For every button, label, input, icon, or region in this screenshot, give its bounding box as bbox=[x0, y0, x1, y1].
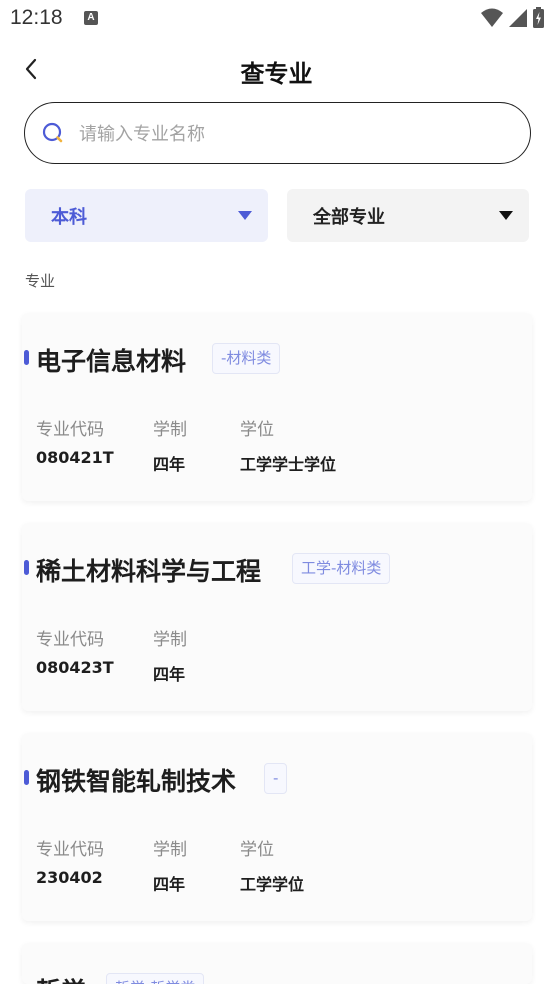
header: 查专业 bbox=[0, 42, 553, 98]
wifi-icon bbox=[481, 8, 503, 27]
major-filter-dropdown[interactable]: 全部专业 bbox=[287, 189, 529, 242]
search-input[interactable]: 请输入专业名称 bbox=[24, 102, 531, 164]
major-degree: 工学学位 bbox=[240, 875, 305, 894]
major-code: 230402 bbox=[36, 868, 103, 887]
battery-icon bbox=[533, 7, 544, 28]
level-filter-dropdown[interactable]: 本科 bbox=[25, 189, 268, 242]
major-card[interactable]: 稀土材料科学与工程 工学-材料类 专业代码 学制 080423T 四年 bbox=[22, 523, 532, 711]
major-name: 电子信息材料 bbox=[36, 347, 187, 376]
major-name: 哲学 bbox=[36, 972, 86, 984]
status-icons bbox=[480, 7, 545, 29]
major-card[interactable]: 钢铁智能轧制技术 - 专业代码 学制 学位 230402 四年 工学学位 bbox=[22, 733, 532, 921]
major-category-tag: 工学-材料类 bbox=[292, 553, 391, 584]
search-placeholder: 请输入专业名称 bbox=[79, 124, 205, 145]
dropdown-arrow-icon bbox=[238, 211, 252, 220]
page-title: 查专业 bbox=[240, 60, 313, 88]
major-degree: 工学学士学位 bbox=[240, 455, 337, 474]
accent-bar bbox=[24, 770, 29, 785]
major-card[interactable]: 电子信息材料 -材料类 专业代码 学制 学位 080421T 四年 工学学士学位 bbox=[22, 313, 532, 501]
major-name: 钢铁智能轧制技术 bbox=[36, 767, 237, 796]
code-label: 专业代码 bbox=[36, 630, 104, 650]
degree-label: 学位 bbox=[240, 840, 274, 860]
major-code: 080421T bbox=[36, 448, 114, 467]
major-name: 稀土材料科学与工程 bbox=[36, 557, 262, 586]
accent-bar bbox=[24, 350, 29, 365]
signal-icon bbox=[509, 9, 527, 27]
code-label: 专业代码 bbox=[36, 840, 104, 860]
duration-label: 学制 bbox=[153, 420, 187, 440]
duration-label: 学制 bbox=[153, 630, 187, 650]
duration-label: 学制 bbox=[153, 840, 187, 860]
notification-icon: A bbox=[84, 11, 98, 25]
major-code: 080423T bbox=[36, 658, 114, 677]
status-time: 12:18 bbox=[10, 6, 63, 29]
accent-bar bbox=[24, 560, 29, 575]
search-icon bbox=[42, 122, 63, 143]
major-category-tag: - bbox=[264, 763, 288, 794]
degree-label: 学位 bbox=[240, 420, 274, 440]
major-category-tag: 哲学-哲学类 bbox=[106, 973, 205, 984]
major-category-tag: -材料类 bbox=[212, 343, 281, 374]
major-duration: 四年 bbox=[153, 455, 186, 474]
level-filter-value: 本科 bbox=[51, 206, 87, 228]
major-card[interactable]: 哲学 哲学-哲学类 bbox=[22, 943, 532, 984]
section-label: 专业 bbox=[25, 272, 56, 290]
code-label: 专业代码 bbox=[36, 420, 104, 440]
major-duration: 四年 bbox=[153, 665, 186, 684]
major-filter-value: 全部专业 bbox=[313, 206, 385, 228]
dropdown-arrow-icon bbox=[499, 211, 513, 220]
major-duration: 四年 bbox=[153, 875, 186, 894]
status-bar: 12:18 A bbox=[0, 0, 553, 38]
